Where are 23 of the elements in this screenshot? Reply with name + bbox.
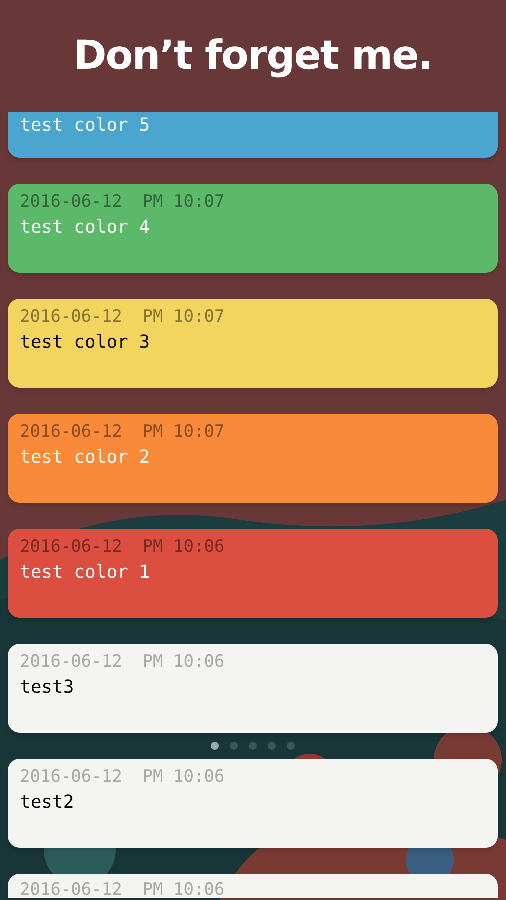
- note-date: 2016-06-12 PM 10:06: [20, 536, 226, 559]
- note-date: 2016-06-12 PM 10:06: [20, 879, 226, 898]
- note-date: 2016-06-12 PM 10:06: [20, 766, 226, 789]
- note-date: 2016-06-12 PM 10:07: [20, 191, 226, 214]
- note-card[interactable]: test color 5: [8, 112, 498, 158]
- note-text: test color 5: [20, 114, 152, 138]
- note-text: test color 4: [20, 216, 152, 240]
- note-card[interactable]: 2016-06-12 PM 10:06 test3: [8, 644, 498, 733]
- note-date: 2016-06-12 PM 10:06: [20, 651, 226, 674]
- note-text: test3: [20, 676, 76, 700]
- note-text: test color 1: [20, 561, 152, 585]
- note-card[interactable]: 2016-06-12 PM 10:06: [8, 874, 498, 898]
- note-card[interactable]: 2016-06-12 PM 10:07 test color 4: [8, 184, 498, 273]
- note-card[interactable]: 2016-06-12 PM 10:07 test color 3: [8, 299, 498, 388]
- note-text: test color 3: [20, 331, 152, 355]
- note-date: 2016-06-12 PM 10:07: [20, 421, 226, 444]
- note-card[interactable]: 2016-06-12 PM 10:06 test2: [8, 759, 498, 848]
- app-title: Don’t forget me.: [74, 32, 432, 81]
- note-text: test2: [20, 791, 76, 815]
- note-card[interactable]: 2016-06-12 PM 10:07 test color 2: [8, 414, 498, 503]
- note-text: test color 2: [20, 446, 152, 470]
- note-date: 2016-06-12 PM 10:07: [20, 306, 226, 329]
- note-card[interactable]: 2016-06-12 PM 10:06 test color 1: [8, 529, 498, 618]
